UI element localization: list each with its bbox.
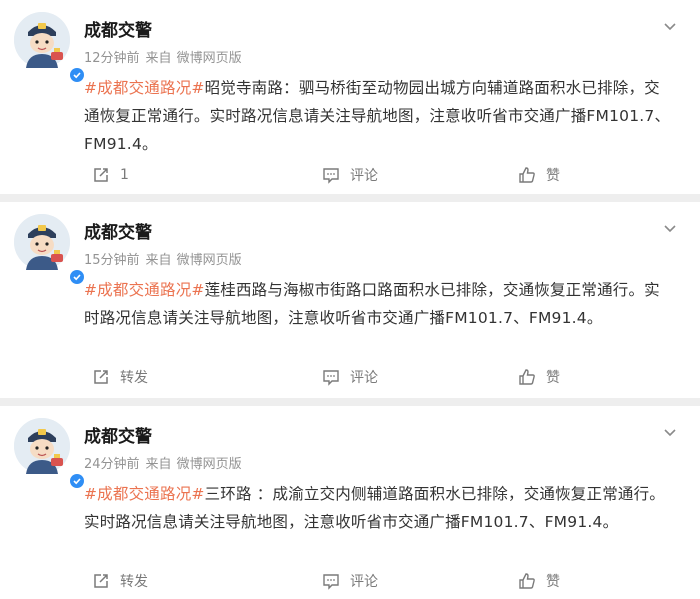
author-name[interactable]: 成都交警 — [84, 16, 152, 41]
post-time[interactable]: 15分钟前 — [84, 253, 140, 268]
client-name[interactable]: 微博网页版 — [177, 457, 242, 472]
comment-icon — [323, 168, 339, 184]
weibo-post: 成都交警 12分钟前 来自 微博网页版 #成都交通路况#昭觉寺南路：驷马桥街至动物园… — [0, 0, 700, 194]
weibo-post: 成都交警 15分钟前 来自 微博网页版 #成都交通路况#莲桂西路与海椒市街路口路面积… — [0, 202, 700, 398]
post-actions: 转发 评论 赞 — [0, 362, 700, 392]
source-label: 来自 — [145, 253, 172, 268]
comment-label: 评论 — [350, 574, 378, 590]
chevron-down-icon[interactable] — [662, 18, 678, 34]
post-meta: 15分钟前 来自 微博网页版 — [84, 249, 242, 268]
weibo-post: 成都交警 24分钟前 来自 微博网页版 #成都交通路况#三环路 ：成渝立交内侧辅道路… — [0, 406, 700, 599]
share-icon — [94, 168, 108, 182]
like-button[interactable]: 赞 — [470, 566, 700, 596]
chevron-down-icon[interactable] — [662, 424, 678, 440]
post-text: #成都交通路况#莲桂西路与海椒市街路口路面积水已排除，交通恢复正常通行。实时路况… — [84, 276, 674, 332]
source-label: 来自 — [145, 51, 172, 66]
share-label: 转发 — [120, 574, 148, 590]
share-count: 1 — [120, 167, 129, 183]
hashtag-link[interactable]: #成都交通路况# — [84, 79, 205, 97]
share-button[interactable]: 转发 — [0, 362, 230, 392]
comment-label: 评论 — [350, 168, 378, 184]
author-name[interactable]: 成都交警 — [84, 218, 152, 243]
share-button[interactable]: 1 — [0, 160, 230, 190]
hashtag-link[interactable]: #成都交通路况# — [84, 485, 205, 503]
like-button[interactable]: 赞 — [470, 362, 700, 392]
police-mascot-icon — [14, 12, 70, 68]
share-button[interactable]: 转发 — [0, 566, 230, 596]
hashtag-link[interactable]: #成都交通路况# — [84, 281, 205, 299]
post-text: #成都交通路况#昭觉寺南路：驷马桥街至动物园出城方向辅道路面积水已排除，交通恢复… — [84, 74, 674, 158]
client-name[interactable]: 微博网页版 — [177, 253, 242, 268]
post-meta: 12分钟前 来自 微博网页版 — [84, 47, 242, 66]
chevron-down-icon[interactable] — [662, 220, 678, 236]
post-actions: 1 评论 赞 — [0, 160, 700, 190]
thumbs-up-icon — [519, 369, 535, 385]
share-icon — [94, 370, 108, 384]
police-mascot-icon — [14, 214, 70, 270]
post-actions: 转发 评论 赞 — [0, 566, 700, 596]
comment-button[interactable]: 评论 — [230, 160, 470, 190]
police-mascot-icon — [14, 418, 70, 474]
source-label: 来自 — [145, 457, 172, 472]
weibo-feed: 成都交警 12分钟前 来自 微博网页版 #成都交通路况#昭觉寺南路：驷马桥街至动物园… — [0, 0, 700, 599]
post-meta: 24分钟前 来自 微博网页版 — [84, 453, 242, 472]
avatar[interactable] — [14, 418, 86, 490]
comment-button[interactable]: 评论 — [230, 566, 470, 596]
author-name[interactable]: 成都交警 — [84, 422, 152, 447]
comment-icon — [323, 370, 339, 386]
avatar[interactable] — [14, 12, 86, 84]
post-time[interactable]: 24分钟前 — [84, 457, 140, 472]
like-label: 赞 — [546, 574, 560, 590]
like-label: 赞 — [546, 370, 560, 386]
comment-label: 评论 — [350, 370, 378, 386]
post-time[interactable]: 12分钟前 — [84, 51, 140, 66]
like-label: 赞 — [546, 168, 560, 184]
comment-button[interactable]: 评论 — [230, 362, 470, 392]
like-button[interactable]: 赞 — [470, 160, 700, 190]
thumbs-up-icon — [519, 167, 535, 183]
post-text: #成都交通路况#三环路 ：成渝立交内侧辅道路面积水已排除，交通恢复正常通行。实时… — [84, 480, 674, 536]
avatar[interactable] — [14, 214, 86, 286]
share-label: 转发 — [120, 370, 148, 386]
client-name[interactable]: 微博网页版 — [177, 51, 242, 66]
